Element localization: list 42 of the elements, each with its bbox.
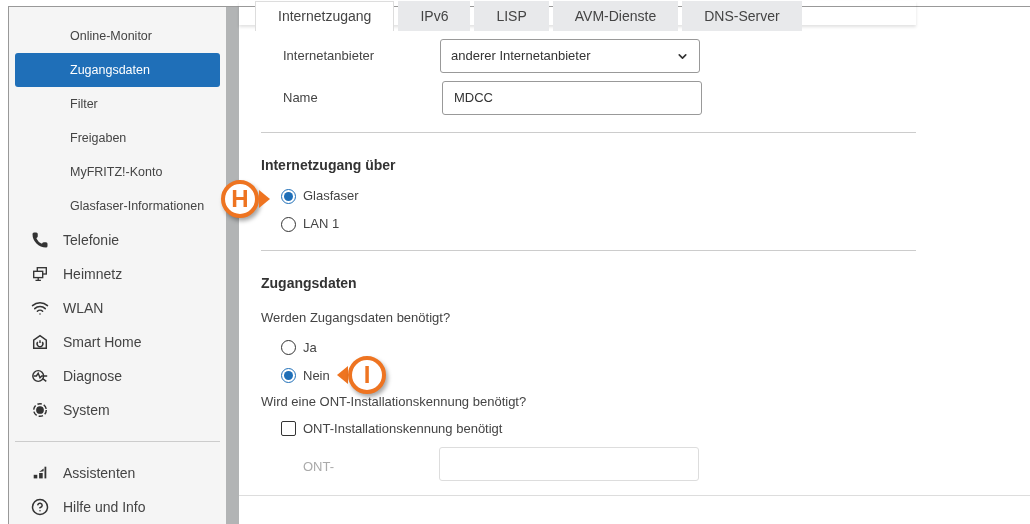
field-label: ONT- xyxy=(302,457,336,476)
phone-icon xyxy=(31,231,49,249)
checkbox-label[interactable]: ONT-Installationskennung benötigt xyxy=(303,419,503,439)
radio-option[interactable]: Ja xyxy=(281,333,317,362)
tab[interactable]: DNS-Server xyxy=(682,1,802,31)
name-field[interactable]: MDCC xyxy=(442,81,702,115)
wifi-icon xyxy=(31,299,49,317)
sidebar-item[interactable]: Online-Monitor xyxy=(15,19,220,53)
sidebar-item[interactable]: Heimnetz xyxy=(15,257,220,291)
question-text: Werden Zugangsdaten benötigt? xyxy=(261,309,452,327)
question-text: Wird eine ONT-Installationskennung benötigt? xyxy=(261,392,528,411)
field-label: Internetanbieter xyxy=(282,47,376,66)
tab[interactable]: IPv6 xyxy=(398,1,471,31)
sidebar-item[interactable]: Glasfaser-Informationen xyxy=(15,189,220,223)
tab[interactable]: LISP xyxy=(474,1,549,31)
sidebar-item[interactable]: MyFRITZ!-Konto xyxy=(15,155,220,189)
sidebar-item[interactable]: Assistenten xyxy=(15,456,220,490)
sidebar-item[interactable]: Freigaben xyxy=(15,121,220,155)
tab[interactable]: AVM-Dienste xyxy=(552,1,679,31)
radio-option[interactable]: Glasfaser xyxy=(281,182,359,210)
tab[interactable]: Internetzugang xyxy=(255,1,395,31)
target-icon xyxy=(31,401,49,419)
sidebar-item[interactable]: Zugangsdaten xyxy=(15,53,220,87)
sidebar-item[interactable]: Smart Home xyxy=(15,325,220,359)
section-heading: Internetzugang über xyxy=(261,156,397,175)
field-label: Name xyxy=(282,89,319,108)
sidebar-item[interactable]: Hilfe und Info xyxy=(15,490,220,524)
section-heading: Zugangsdaten xyxy=(261,274,358,293)
help-icon xyxy=(31,498,49,516)
sidebar-item[interactable]: Diagnose xyxy=(15,359,220,393)
radio-option[interactable]: Nein xyxy=(281,361,330,390)
provider-select[interactable]: anderer Internetanbieter xyxy=(440,39,700,73)
ont-field[interactable] xyxy=(439,446,699,481)
radio-option[interactable]: LAN 1 xyxy=(281,210,340,238)
sidebar-item[interactable]: System xyxy=(15,393,220,427)
sidebar-item[interactable]: Filter xyxy=(15,87,220,121)
house-power-icon xyxy=(31,333,49,351)
pulse-magnifier-icon xyxy=(31,367,49,385)
sidebar-item[interactable]: WLAN xyxy=(15,291,220,325)
sidebar-item[interactable]: Telefonie xyxy=(15,223,220,257)
monitors-icon xyxy=(31,265,49,283)
checkbox[interactable] xyxy=(281,421,296,437)
